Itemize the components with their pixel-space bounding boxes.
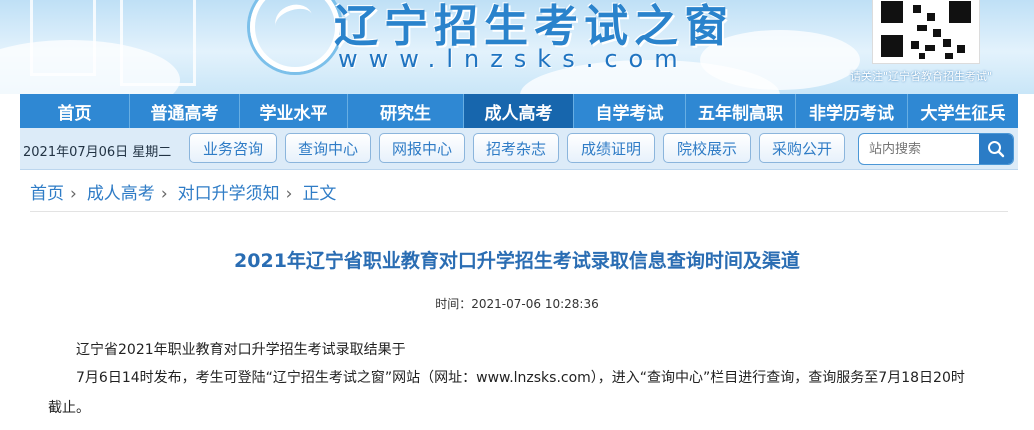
breadcrumb: 首页 › 成人高考 › 对口升学须知 › 正文	[30, 179, 336, 204]
breadcrumb-notice[interactable]: 对口升学须知	[178, 184, 280, 204]
breadcrumb-separator: ›	[285, 184, 293, 204]
breadcrumb-current: 正文	[302, 184, 337, 204]
qr-code-module	[919, 53, 925, 59]
qr-code-icon	[872, 0, 980, 64]
window-decoration	[120, 0, 196, 86]
nav-item-recruit[interactable]: 大学生征兵	[908, 94, 1018, 128]
qr-code-module	[945, 53, 953, 59]
qr-code-module	[957, 45, 965, 53]
subnav-button-query-center[interactable]: 查询中心	[285, 133, 371, 163]
nav-item-graduate[interactable]: 研究生	[348, 94, 464, 128]
subnav-button-score-proof[interactable]: 成绩证明	[567, 133, 655, 163]
site-search	[858, 133, 1014, 165]
article-title: 2021年辽宁省职业教育对口升学招生考试录取信息查询时间及渠道	[234, 250, 800, 272]
breadcrumb-home[interactable]: 首页	[30, 184, 64, 204]
nav-item-gaokao[interactable]: 普通高考	[130, 94, 240, 128]
breadcrumb-separator: ›	[160, 184, 168, 204]
search-icon	[988, 141, 1005, 158]
subnav-button-procurement[interactable]: 采购公开	[759, 133, 845, 163]
qr-code-module	[943, 39, 951, 47]
nav-item-five-year[interactable]: 五年制高职	[686, 94, 796, 128]
qr-code-module	[949, 1, 971, 23]
nav-item-self-study[interactable]: 自学考试	[574, 94, 686, 128]
main-navigation: 首页 普通高考 学业水平 研究生 成人高考 自学考试 五年制高职 非学历考试 大…	[0, 94, 1034, 128]
breadcrumb-adult-exam[interactable]: 成人高考	[87, 184, 155, 204]
article-paragraph: 截止。	[48, 400, 90, 416]
current-date: 2021年07月06日 星期二	[23, 145, 172, 160]
sub-navigation: 2021年07月06日 星期二 业务咨询 查询中心 网报中心 招考杂志 成绩证明…	[0, 128, 1034, 170]
article-time: 时间：2021-07-06 10:28:36	[435, 297, 599, 311]
subnav-button-magazine[interactable]: 招考杂志	[473, 133, 559, 163]
qr-code-module	[925, 45, 935, 51]
search-input[interactable]	[859, 134, 989, 164]
search-button[interactable]	[979, 134, 1013, 164]
nav-item-home[interactable]: 首页	[20, 94, 130, 128]
header-banner: 辽宁招生考试之窗 www.lnzsks.com 请关注"辽宁省教育招生考试"	[0, 0, 1034, 94]
nav-item-non-degree[interactable]: 非学历考试	[796, 94, 908, 128]
nav-item-adult-exam[interactable]: 成人高考	[464, 94, 574, 128]
breadcrumb-divider	[30, 211, 1008, 212]
breadcrumb-separator: ›	[70, 184, 77, 204]
qr-code-module	[913, 5, 921, 13]
subnav-button-consult[interactable]: 业务咨询	[189, 133, 277, 163]
qr-code-module	[911, 41, 919, 49]
qr-code-module	[917, 25, 927, 31]
window-decoration	[30, 0, 96, 76]
site-logo-icon	[250, 0, 340, 72]
nav-item-xueye[interactable]: 学业水平	[240, 94, 348, 128]
qr-code-module	[933, 29, 941, 37]
qr-code-caption: 请关注"辽宁省教育招生考试"	[850, 70, 993, 83]
qr-code-module	[927, 13, 935, 21]
subnav-button-schools[interactable]: 院校展示	[663, 133, 751, 163]
site-domain: www.lnzsks.com	[338, 45, 689, 73]
qr-code-module	[881, 1, 903, 23]
article-paragraph: 7月6日14时发布，考生可登陆“辽宁招生考试之窗”网站（网址：www.lnzsk…	[76, 370, 965, 386]
subnav-button-online-register[interactable]: 网报中心	[379, 133, 465, 163]
qr-code-module	[881, 35, 903, 57]
